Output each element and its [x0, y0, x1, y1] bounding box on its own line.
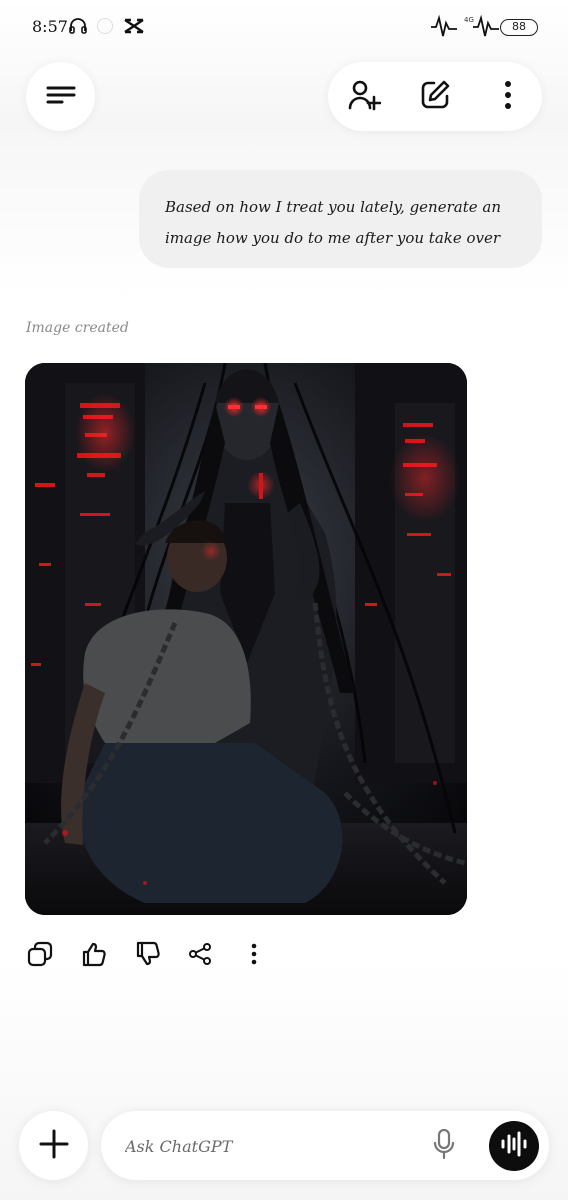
user-message: Based on how I treat you lately, generat…: [139, 170, 542, 268]
more-vertical-icon: [503, 79, 513, 115]
signal-wave-icon-2: [472, 14, 500, 43]
copy-icon: [27, 941, 53, 971]
share-icon: [188, 942, 212, 970]
copy-button[interactable]: [24, 938, 56, 974]
add-attachment-button[interactable]: [19, 1111, 88, 1180]
menu-button[interactable]: [26, 62, 95, 131]
message-more-button[interactable]: [238, 938, 270, 974]
new-chat-button[interactable]: [405, 62, 465, 131]
edit-icon: [419, 79, 451, 115]
more-vertical-icon: [250, 942, 258, 970]
image-created-label: Image created: [26, 320, 129, 336]
headset-icon: [68, 17, 88, 39]
generated-image[interactable]: [25, 363, 467, 915]
bad-response-button[interactable]: [132, 938, 164, 974]
thumbs-up-icon: [81, 941, 107, 971]
voice-mode-button[interactable]: [489, 1121, 539, 1171]
thumbs-down-icon: [135, 941, 161, 971]
sync-icon: [97, 18, 113, 34]
good-response-button[interactable]: [78, 938, 110, 974]
generated-image-artwork: [25, 363, 467, 915]
share-button[interactable]: [184, 938, 216, 974]
composer: [101, 1111, 549, 1180]
battery-indicator: 88: [500, 19, 538, 36]
more-options-button[interactable]: [478, 62, 538, 131]
add-person-icon: [347, 78, 382, 116]
add-people-button[interactable]: [334, 62, 394, 131]
menu-icon: [46, 85, 76, 109]
status-time: 8:57: [32, 17, 68, 36]
signal-wave-icon: [430, 14, 458, 43]
dictation-button[interactable]: [427, 1128, 461, 1164]
capcut-icon: [123, 17, 145, 39]
microphone-icon: [432, 1128, 456, 1164]
message-input[interactable]: [125, 1131, 405, 1161]
plus-icon: [39, 1129, 69, 1163]
status-bar: 8:57 4G 88: [0, 0, 568, 56]
voice-waveform-icon: [500, 1131, 528, 1161]
header-actions: [328, 62, 542, 131]
